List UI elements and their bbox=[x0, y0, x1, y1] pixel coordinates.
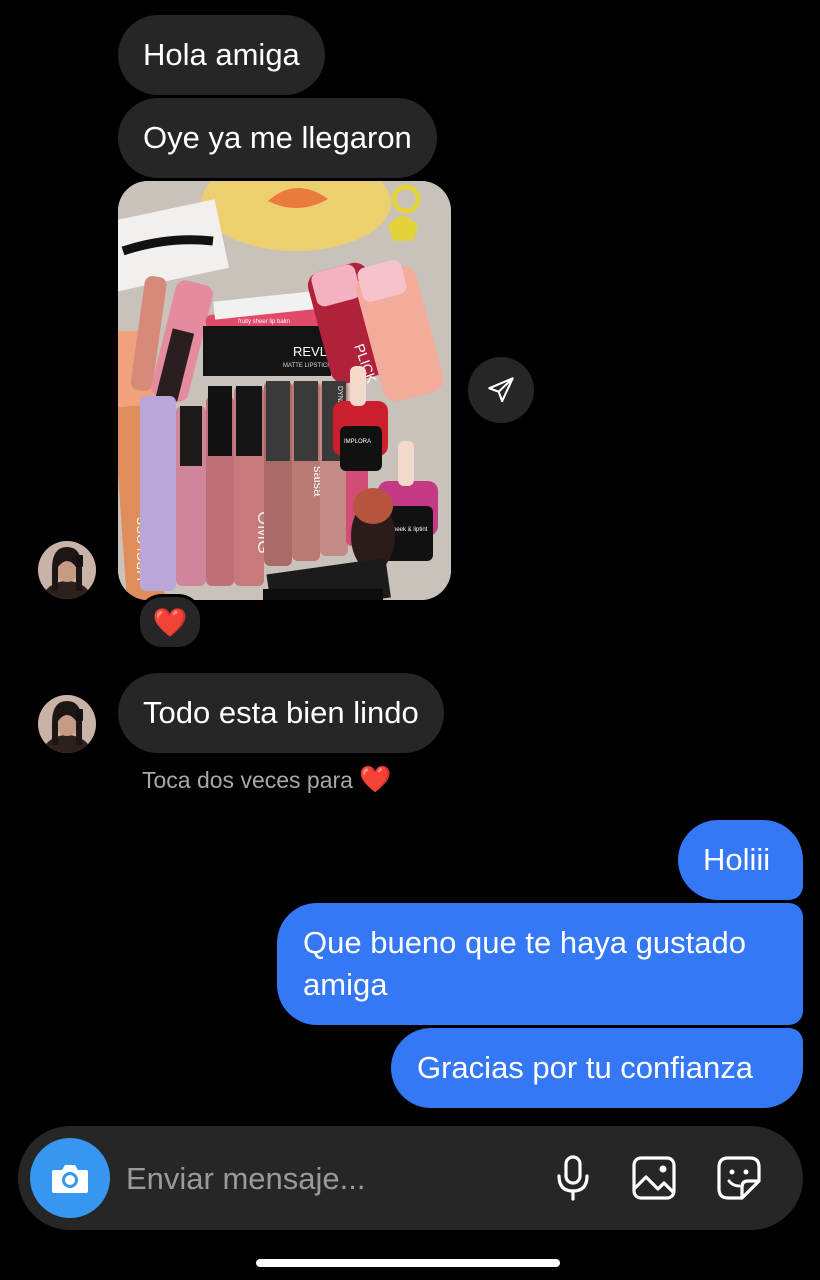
photo-message[interactable]: REVLON MATTE LIPSTICK PLICK LIPGLOSS OMG bbox=[118, 181, 451, 600]
hint-text: Toca dos veces para bbox=[142, 767, 353, 793]
sticker-icon bbox=[717, 1156, 761, 1200]
camera-button[interactable] bbox=[30, 1138, 110, 1218]
microphone-button[interactable] bbox=[549, 1154, 597, 1202]
message-input[interactable] bbox=[124, 1154, 528, 1204]
avatar[interactable] bbox=[38, 541, 96, 599]
message-text: Holiii bbox=[703, 842, 771, 877]
paper-plane-icon bbox=[488, 377, 514, 403]
heart-icon: ❤️ bbox=[152, 606, 188, 638]
share-button[interactable] bbox=[468, 357, 534, 423]
heart-icon: ❤️ bbox=[359, 764, 392, 794]
sticker-button[interactable] bbox=[715, 1154, 763, 1202]
home-indicator[interactable] bbox=[256, 1259, 560, 1267]
camera-icon bbox=[52, 1165, 88, 1193]
gallery-button[interactable] bbox=[630, 1154, 678, 1202]
incoming-message[interactable]: Oye ya me llegaron bbox=[118, 98, 437, 178]
outgoing-message[interactable]: Holiii bbox=[678, 820, 803, 900]
avatar[interactable] bbox=[38, 695, 96, 753]
makeup-photo: REVLON MATTE LIPSTICK PLICK LIPGLOSS OMG bbox=[118, 181, 451, 600]
microphone-icon bbox=[557, 1155, 589, 1201]
double-tap-hint: Toca dos veces para ❤️ bbox=[142, 762, 392, 797]
message-text: Oye ya me llegaron bbox=[143, 120, 412, 155]
message-composer bbox=[18, 1126, 803, 1230]
message-text: Hola amiga bbox=[143, 37, 300, 72]
outgoing-message[interactable]: Que bueno que te haya gustado amiga bbox=[277, 903, 803, 1025]
message-text: Todo esta bien lindo bbox=[143, 695, 419, 730]
photo-label-implora: IMPLORA bbox=[344, 439, 371, 445]
photo-label-cheek: cheek & liptint bbox=[390, 527, 428, 533]
photo-label-balm: fruity sheer lip balm bbox=[238, 319, 290, 325]
message-text-line: Que bueno que te haya gustado bbox=[303, 925, 746, 960]
heart-reaction[interactable]: ❤️ bbox=[137, 594, 203, 650]
avatar-image bbox=[38, 541, 96, 599]
photo-label-matte: MATTE LIPSTICK bbox=[283, 363, 331, 369]
avatar-image bbox=[38, 695, 96, 753]
chat-screen: Hola amiga Oye ya me llegaron REVLON MAT… bbox=[0, 0, 820, 1280]
gallery-icon bbox=[632, 1156, 676, 1200]
message-text: Gracias por tu confianza bbox=[417, 1050, 754, 1085]
incoming-message[interactable]: Todo esta bien lindo bbox=[118, 673, 444, 753]
outgoing-message[interactable]: Gracias por tu confianza bbox=[391, 1028, 803, 1108]
message-text-line: amiga bbox=[303, 967, 388, 1002]
incoming-message[interactable]: Hola amiga bbox=[118, 15, 325, 95]
